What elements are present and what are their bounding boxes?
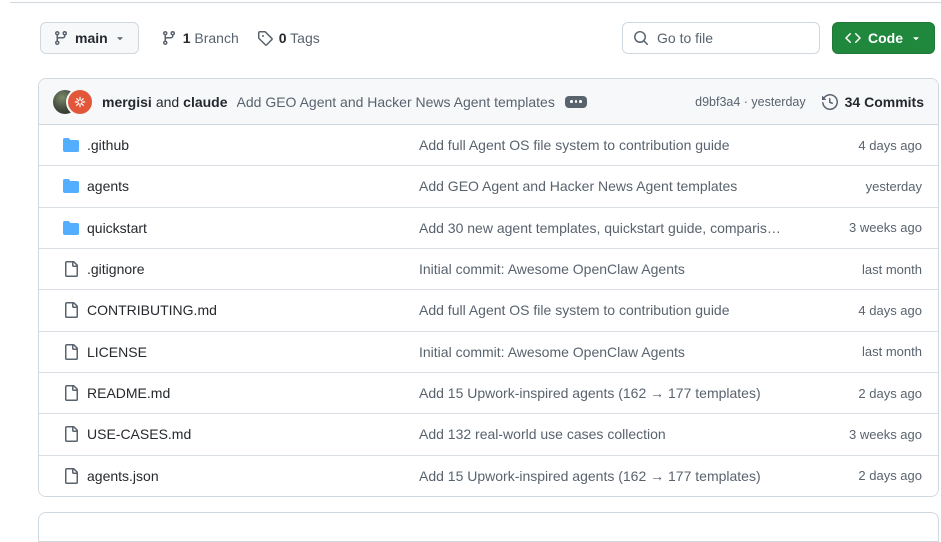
file-commit-age: last month <box>802 262 922 277</box>
file-commit-age: last month <box>802 344 922 359</box>
branch-selector-label: main <box>75 30 108 46</box>
avatar-claude <box>68 90 92 114</box>
file-commit-message-link[interactable]: Add full Agent OS file system to contrib… <box>419 137 794 153</box>
file-icon <box>63 426 79 442</box>
file-icon <box>63 344 79 360</box>
git-branch-icon <box>161 30 177 46</box>
search-icon <box>633 30 649 46</box>
branches-link[interactable]: 1 Branch <box>161 30 239 46</box>
latest-commit-header: mergisi and claude Add GEO Agent and Hac… <box>39 79 938 125</box>
file-commit-message-link[interactable]: Initial commit: Awesome OpenClaw Agents <box>419 261 794 277</box>
branch-selector-button[interactable]: main <box>40 22 139 54</box>
avatar-stack[interactable] <box>53 90 92 114</box>
chevron-down-icon <box>910 32 922 44</box>
table-row: LICENSE Initial commit: Awesome OpenClaw… <box>39 331 938 372</box>
table-row: agents.json Add 15 Upwork-inspired agent… <box>39 455 938 496</box>
file-commit-age: 2 days ago <box>802 468 922 483</box>
file-commit-message-link[interactable]: Initial commit: Awesome OpenClaw Agents <box>419 344 794 360</box>
readme-section-stub <box>38 512 939 542</box>
table-row: README.md Add 15 Upwork-inspired agents … <box>39 372 938 413</box>
file-commit-age: 3 weeks ago <box>802 427 922 442</box>
folder-icon <box>63 220 79 236</box>
file-name-link[interactable]: agents.json <box>87 468 411 484</box>
branches-label: Branch <box>194 30 238 46</box>
file-commit-message-link[interactable]: Add 30 new agent templates, quickstart g… <box>419 220 794 236</box>
table-row: .github Add full Agent OS file system to… <box>39 125 938 165</box>
latest-commit-message[interactable]: Add GEO Agent and Hacker News Agent temp… <box>237 94 555 110</box>
tags-link[interactable]: 0 Tags <box>257 30 320 46</box>
chevron-down-icon <box>114 32 126 44</box>
repo-toolbar: main 1 Branch 0 Tags <box>40 22 941 54</box>
table-row: CONTRIBUTING.md Add full Agent OS file s… <box>39 289 938 330</box>
file-name-link[interactable]: .github <box>87 137 411 153</box>
go-to-file-box <box>622 22 820 54</box>
table-row: quickstart Add 30 new agent templates, q… <box>39 207 938 248</box>
commit-sha-and-time[interactable]: d9bf3a4 · yesterday <box>695 95 806 109</box>
file-name-link[interactable]: LICENSE <box>87 344 411 360</box>
file-commit-age: yesterday <box>802 179 922 194</box>
folder-icon <box>63 137 79 153</box>
file-tree-table: mergisi and claude Add GEO Agent and Hac… <box>38 78 939 497</box>
git-branch-icon <box>53 30 69 46</box>
commit-description-expander[interactable] <box>565 96 587 108</box>
table-row: .gitignore Initial commit: Awesome OpenC… <box>39 248 938 289</box>
file-name-link[interactable]: CONTRIBUTING.md <box>87 302 411 318</box>
commits-count-label: 34 Commits <box>845 94 924 110</box>
tags-label: Tags <box>290 30 320 46</box>
branches-count: 1 <box>183 30 191 46</box>
file-rows: .github Add full Agent OS file system to… <box>39 125 938 496</box>
code-icon <box>845 30 861 46</box>
file-icon <box>63 385 79 401</box>
file-name-link[interactable]: USE-CASES.md <box>87 426 411 442</box>
table-row: agents Add GEO Agent and Hacker News Age… <box>39 165 938 206</box>
file-commit-age: 4 days ago <box>802 138 922 153</box>
file-icon <box>63 261 79 277</box>
commit-author-conjunction: and <box>156 94 179 110</box>
page-top-divider <box>10 2 941 3</box>
file-icon <box>63 302 79 318</box>
file-icon <box>63 468 79 484</box>
file-commit-message-link[interactable]: Add 15 Upwork-inspired agents (162 → 177… <box>419 468 794 484</box>
claude-starburst-icon <box>73 95 87 109</box>
folder-icon <box>63 178 79 194</box>
file-commit-age: 2 days ago <box>802 386 922 401</box>
commit-history-link[interactable]: 34 Commits <box>822 94 924 110</box>
file-commit-age: 4 days ago <box>802 303 922 318</box>
file-name-link[interactable]: README.md <box>87 385 411 401</box>
code-button[interactable]: Code <box>832 22 935 54</box>
go-to-file-input[interactable] <box>657 30 809 46</box>
tag-icon <box>257 30 273 46</box>
file-name-link[interactable]: quickstart <box>87 220 411 236</box>
table-row: USE-CASES.md Add 132 real-world use case… <box>39 413 938 454</box>
file-commit-message-link[interactable]: Add GEO Agent and Hacker News Agent temp… <box>419 178 794 194</box>
code-button-label: Code <box>868 30 903 46</box>
file-name-link[interactable]: agents <box>87 178 411 194</box>
file-commit-message-link[interactable]: Add 15 Upwork-inspired agents (162 → 177… <box>419 385 794 401</box>
tags-count: 0 <box>279 30 287 46</box>
commit-author-primary[interactable]: mergisi <box>102 94 152 110</box>
file-commit-age: 3 weeks ago <box>802 220 922 235</box>
commit-author-secondary[interactable]: claude <box>183 94 227 110</box>
file-commit-message-link[interactable]: Add 132 real-world use cases collection <box>419 426 794 442</box>
history-icon <box>822 94 838 110</box>
file-name-link[interactable]: .gitignore <box>87 261 411 277</box>
file-commit-message-link[interactable]: Add full Agent OS file system to contrib… <box>419 302 794 318</box>
